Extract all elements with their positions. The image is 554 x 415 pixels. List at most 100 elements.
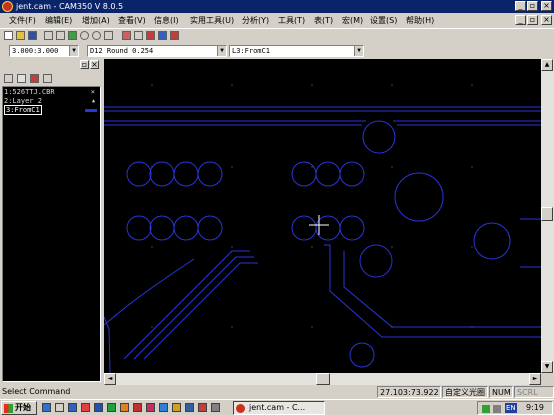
zoom-out-icon[interactable] [92, 31, 101, 40]
menu-edit[interactable]: 编辑(E) [45, 14, 72, 27]
menu-file[interactable]: 文件(F) [9, 14, 36, 27]
pad [339, 215, 365, 241]
app-icon-9[interactable] [211, 403, 220, 412]
chevron-down-icon[interactable]: ▼ [69, 46, 78, 56]
trace-lower-2 [324, 244, 541, 338]
redo-icon[interactable] [56, 31, 65, 40]
redraw-icon[interactable] [68, 31, 77, 40]
trace-lower-1 [343, 251, 541, 328]
app-icon-6[interactable] [172, 403, 181, 412]
open-folder-icon[interactable] [16, 31, 25, 40]
layer-flag: × [90, 88, 95, 96]
taskbar: 开始 jent.cam - C... EN 9:19 [0, 399, 554, 415]
scroll-up-button[interactable]: ▲ [541, 59, 553, 71]
app-icon-1[interactable] [81, 403, 90, 412]
app-icon-3[interactable] [133, 403, 142, 412]
pad-top [362, 120, 396, 154]
word-icon[interactable] [94, 403, 103, 412]
window-title: jent.cam - CAM350 V 8.0.5 [16, 2, 124, 11]
app-icon-5[interactable] [159, 403, 168, 412]
ie-icon[interactable] [42, 403, 51, 412]
desktop-icon[interactable] [55, 403, 64, 412]
app-icon[interactable] [2, 1, 13, 12]
grid-value: 3.000:3.000 [12, 47, 59, 55]
windows-logo-icon [4, 404, 13, 413]
layer-copy-icon[interactable] [17, 74, 26, 83]
zoom-window-icon[interactable] [104, 31, 113, 40]
layer-combo[interactable]: L3:FromC1 ▼ [229, 45, 364, 57]
vertical-scroll-thumb[interactable] [541, 207, 553, 221]
restore-button[interactable]: ▫ [527, 1, 538, 11]
cam350-icon [236, 404, 245, 413]
zoom-in-icon[interactable] [80, 31, 89, 40]
app-icon-8[interactable] [198, 403, 207, 412]
menu-help[interactable]: 帮助(H) [406, 14, 434, 27]
language-indicator[interactable]: EN [505, 403, 517, 413]
volume-icon[interactable] [493, 405, 501, 413]
colors-icon[interactable] [158, 31, 167, 40]
app-icon-4[interactable] [146, 403, 155, 412]
pad-mid [359, 244, 393, 278]
menu-tools[interactable]: 工具(T) [278, 14, 305, 27]
grid-combo[interactable]: 3.000:3.000 ▼ [9, 45, 79, 57]
aperture-icon[interactable] [170, 31, 179, 40]
layer-value: L3:FromC1 [232, 47, 270, 55]
network-icon[interactable] [482, 405, 490, 413]
pad [149, 215, 175, 241]
horizontal-scroll-thumb[interactable] [316, 373, 330, 385]
scroll-left-button[interactable]: ◄ [104, 373, 116, 385]
menu-info[interactable]: 信息(I) [154, 14, 179, 27]
layer-row-3[interactable]: 3:FromC1 [4, 105, 99, 115]
vertical-scrollbar[interactable]: ▲ ▼ [541, 59, 554, 373]
layer-delete-icon[interactable] [30, 74, 39, 83]
menu-macro[interactable]: 宏(M) [342, 14, 363, 27]
doc-minimize-button[interactable]: _ [515, 15, 526, 25]
scroll-right-button[interactable]: ► [529, 373, 541, 385]
horizontal-scrollbar[interactable]: ◄ ► [104, 373, 541, 385]
pcb-drawing[interactable] [103, 59, 541, 374]
menu-analysis[interactable]: 分析(Y) [242, 14, 269, 27]
pad [315, 161, 341, 187]
chevron-down-icon[interactable]: ▼ [217, 46, 226, 56]
trace-curve [103, 258, 195, 326]
pcb-canvas[interactable] [103, 59, 541, 374]
menu-add[interactable]: 增加(A) [82, 14, 110, 27]
layer-row-1[interactable]: 1:526TTJ.CBR × [4, 88, 99, 97]
menu-settings[interactable]: 设置(S) [370, 14, 397, 27]
layer-color-swatch [85, 109, 97, 112]
start-button[interactable]: 开始 [1, 401, 37, 415]
pad [126, 215, 152, 241]
app-icon-7[interactable] [185, 403, 194, 412]
menu-bar: 文件(F) 编辑(E) 增加(A) 查看(V) 信息(I) 实用工具(U) 分析… [0, 14, 554, 27]
app-icon-2[interactable] [120, 403, 129, 412]
grid-icon[interactable] [134, 31, 143, 40]
undo-icon[interactable] [44, 31, 53, 40]
menu-utilities[interactable]: 实用工具(U) [190, 14, 234, 27]
layer-label: 1:526TTJ.CBR [4, 88, 55, 96]
menu-tables[interactable]: 表(T) [314, 14, 333, 27]
new-file-icon[interactable] [4, 31, 13, 40]
snap-icon[interactable] [122, 31, 131, 40]
taskbar-item-cam350[interactable]: jent.cam - C... [233, 401, 325, 415]
pad [173, 215, 199, 241]
scroll-down-button[interactable]: ▼ [541, 361, 553, 373]
outlook-icon[interactable] [68, 403, 77, 412]
layer-label: 2:Layer 2 [4, 97, 42, 105]
minimize-button[interactable]: _ [515, 1, 526, 11]
layer-settings-icon[interactable] [43, 74, 52, 83]
doc-restore-button[interactable]: ▫ [527, 15, 538, 25]
pad [339, 161, 365, 187]
trace-right [520, 218, 541, 268]
close-button[interactable]: × [541, 1, 552, 11]
dcode-combo[interactable]: D12 Round 0.254 ▼ [87, 45, 227, 57]
doc-close-button[interactable]: × [541, 15, 552, 25]
save-icon[interactable] [28, 31, 37, 40]
layer-add-icon[interactable] [4, 74, 13, 83]
menu-view[interactable]: 查看(V) [118, 14, 146, 27]
panel-restore-button[interactable]: ▫ [80, 60, 89, 69]
panel-close-button[interactable]: × [90, 60, 99, 69]
clock[interactable]: 9:19 [526, 402, 544, 414]
excel-icon[interactable] [107, 403, 116, 412]
layers-icon[interactable] [146, 31, 155, 40]
chevron-down-icon[interactable]: ▼ [354, 46, 363, 56]
